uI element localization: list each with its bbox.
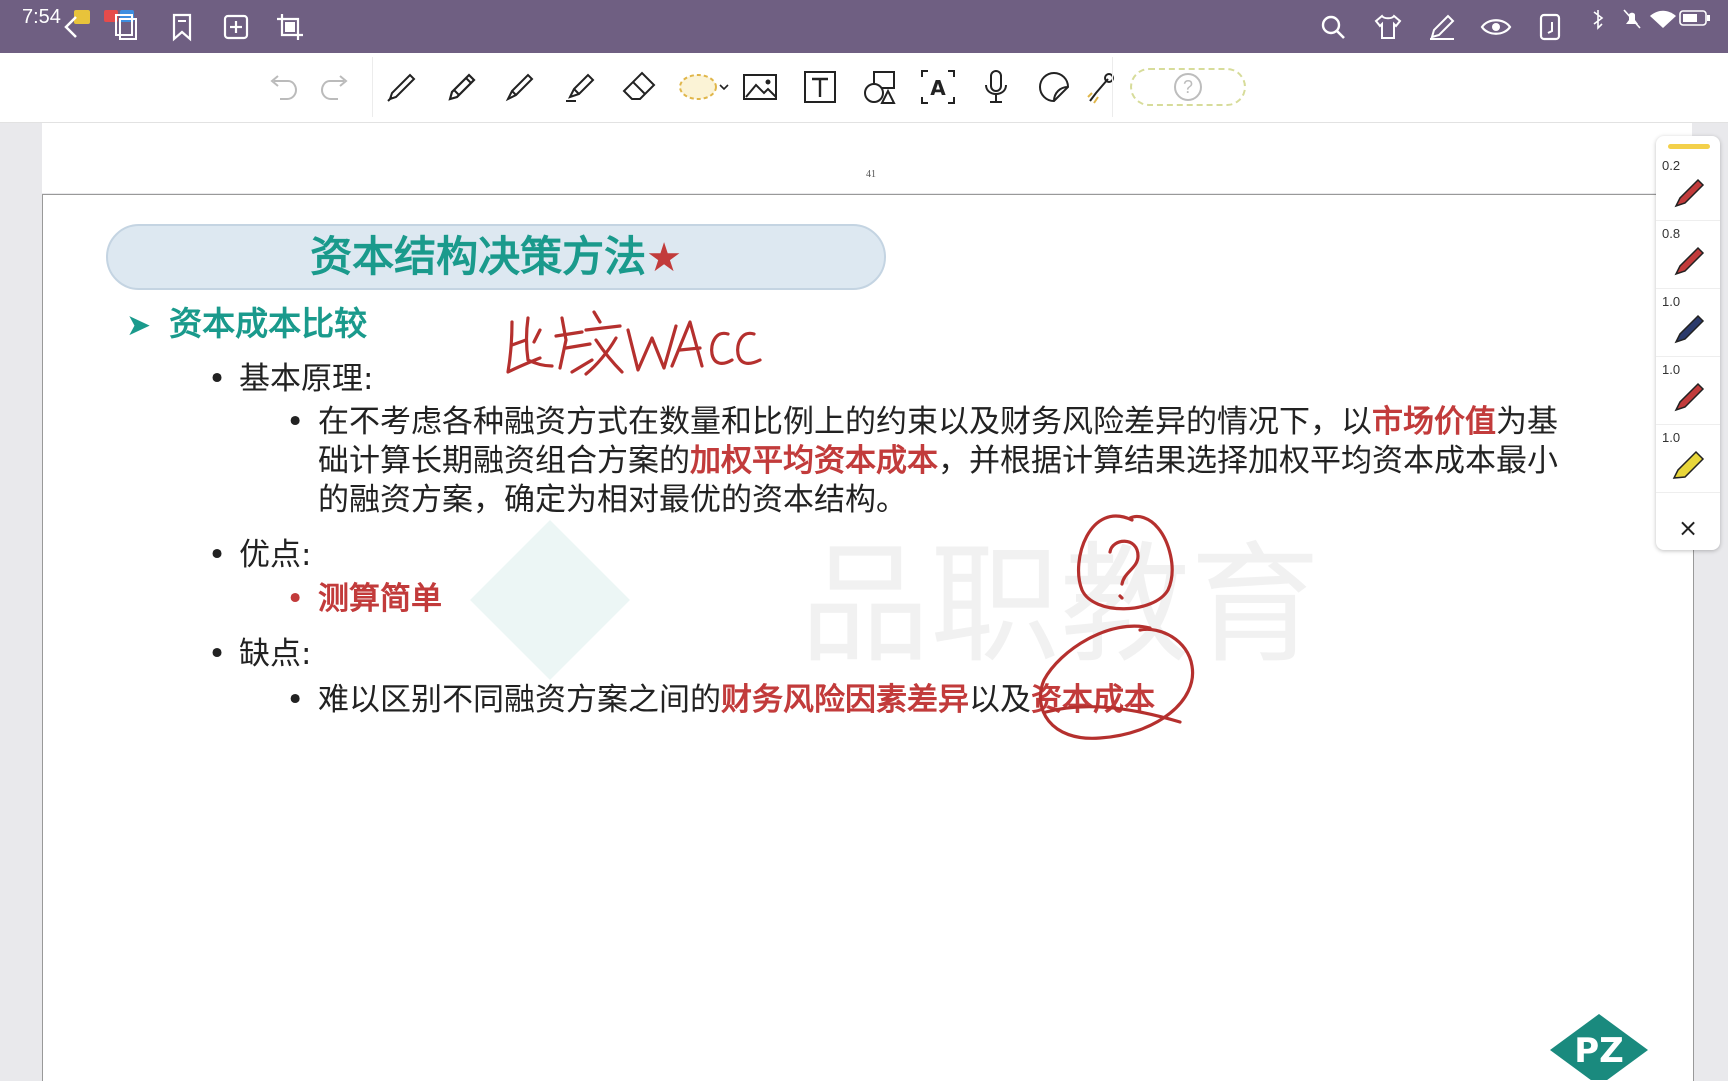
section-heading-text: 资本成本比较 [169,304,368,343]
pen-preset-3[interactable]: 1.0 [1656,290,1720,357]
advantage-text: 测算简单 [318,581,442,617]
principle-text-block: • 在不考虑各种融资方式在数量和比例上的约束以及财务风险差异的情况下，以市场价值… [286,403,1608,520]
pen-icon [1674,246,1705,276]
text-box-icon[interactable] [800,67,840,107]
advantages-label: 优点: [239,537,312,573]
lasso-icon[interactable] [676,67,734,107]
principle-text: 在不考虑各种融资方式在数量和比例上的约束以及财务风险差异的情况下，以市场价值为基… [318,404,1558,518]
highlight-financial-risk: 财务风险因素差异 [721,682,969,718]
pen-toolbar: A ? [0,53,1728,123]
search-icon[interactable] [1317,11,1349,43]
help-icon: ? [1174,73,1202,101]
bullet-icon: • [207,361,227,397]
bullet-icon: • [207,636,227,672]
arrow-bullet-icon: ➤ [126,308,152,343]
eye-icon[interactable] [1480,11,1512,43]
pz-logo: PZ [1550,1014,1648,1080]
help-button[interactable]: ? [1130,68,1246,106]
eraser-icon[interactable] [620,67,660,107]
pencil-icon[interactable] [442,67,482,107]
system-status-icons [1588,6,1718,36]
disadvantages-label: 缺点: [239,636,312,672]
microphone-icon[interactable] [976,67,1016,107]
sticker-icon[interactable] [1034,67,1074,107]
color-indicator [1668,144,1710,149]
status-bar: 7:54 [0,0,1728,53]
bullet-icon: • [286,581,305,617]
advantages-label-item: • 优点: [205,529,312,574]
svg-text:A: A [930,76,946,100]
highlighter-icon [1672,450,1705,479]
image-icon[interactable] [740,67,780,107]
page-layout-icon[interactable] [1534,11,1566,43]
principle-label: 基本原理: [239,361,374,397]
advantage-item: • 测算简单 [286,580,888,620]
bullet-icon: • [286,682,305,718]
pen-preset-5[interactable]: 1.0 [1656,426,1720,493]
laser-pointer-icon[interactable] [1086,67,1114,107]
toolbar-divider [1112,57,1113,117]
pen-presets-panel: 0.2 0.8 1.0 1.0 1.0 × [1656,136,1720,550]
back-icon[interactable] [56,11,88,43]
fountain-pen-icon[interactable] [500,67,540,107]
pen-icon [1674,382,1705,412]
disadvantages-label-item: • 缺点: [205,628,312,673]
crop-icon[interactable] [274,11,306,43]
highlight-cost-of-capital: 资本成本 [1031,682,1155,718]
edit-pen-icon[interactable] [1426,11,1458,43]
section-heading: ➤ 资本成本比较 [126,297,367,345]
highlight-market-value: 市场价值 [1372,404,1496,440]
theme-shirt-icon[interactable] [1372,11,1404,43]
previous-page-area [42,123,1692,193]
slide-title-banner: 资本结构决策方法★ [106,224,886,290]
svg-text:PZ: PZ [1574,1031,1624,1071]
pen-preset-2[interactable]: 0.8 [1656,222,1720,289]
disadvantage-text: 难以区别不同融资方案之间的财务风险因素差异以及资本成本 [318,682,1155,718]
bullet-icon: • [286,404,305,440]
pen-preset-1[interactable]: 0.2 [1656,154,1720,221]
ocr-text-icon[interactable]: A [918,67,958,107]
pen-icon[interactable] [382,67,422,107]
redo-icon[interactable] [316,67,356,107]
pen-icon [1674,178,1705,208]
add-page-icon[interactable] [220,11,252,43]
slide-title: 资本结构决策方法 [310,232,647,281]
bookmark-icon[interactable] [166,11,198,43]
shape-icon[interactable] [860,67,900,107]
notebooks-icon[interactable] [112,11,144,43]
close-panel-button[interactable]: × [1656,510,1720,546]
page-number: 41 [866,169,876,180]
pen-preset-4[interactable]: 1.0 [1656,358,1720,425]
principle-label-item: • 基本原理: [205,353,374,398]
highlighter-icon[interactable] [560,67,600,107]
bullet-icon: • [207,537,227,573]
disadvantage-item: • 难以区别不同融资方案之间的财务风险因素差异以及资本成本 [286,681,1288,721]
pen-icon [1674,314,1705,344]
highlight-wacc: 加权平均资本成本 [690,443,938,479]
toolbar-divider [372,57,373,117]
star-icon: ★ [646,235,682,281]
undo-icon[interactable] [262,67,302,107]
